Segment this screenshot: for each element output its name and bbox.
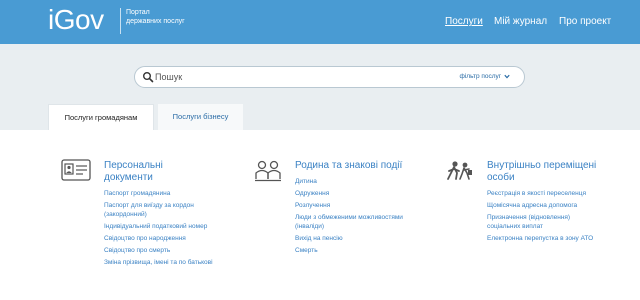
search-input[interactable] xyxy=(155,69,435,85)
service-link[interactable]: Смерть xyxy=(295,247,405,256)
nav-my-journal-link[interactable]: Мій журнал xyxy=(494,16,547,28)
chevron-down-icon xyxy=(504,74,510,79)
service-link[interactable]: Призначення (відновлення) соціальних вип… xyxy=(487,214,599,231)
service-link[interactable]: Паспорт для виїзду за кордон (закордонни… xyxy=(104,202,224,219)
category-title-displaced-persons[interactable]: Внутрішньо переміщені особи xyxy=(487,160,597,184)
family-icon xyxy=(255,160,281,182)
search-box[interactable]: фільтр послуг xyxy=(134,66,525,88)
service-link[interactable]: Свідоцтво про народження xyxy=(104,235,224,244)
category-title-family-events[interactable]: Родина та знакові події xyxy=(295,160,425,172)
service-link[interactable]: Зміна прізвища, імені та по батькові xyxy=(104,259,224,268)
personal-documents-links: Паспорт громадянина Паспорт для виїзду з… xyxy=(104,190,224,271)
service-filter-label: фільтр послуг xyxy=(459,73,502,80)
service-link[interactable]: Паспорт громадянина xyxy=(104,190,224,199)
top-bar: iGov Портал державних послуг Послуги Мій… xyxy=(0,0,640,44)
portal-tagline: Портал державних послуг xyxy=(126,9,185,25)
displaced-persons-links: Реєстрація в якості переселенця Щомісячн… xyxy=(487,190,599,247)
nav-about-project-link[interactable]: Про проект xyxy=(559,16,611,28)
nav-services-link[interactable]: Послуги xyxy=(445,16,483,28)
search-icon xyxy=(143,72,154,83)
service-link[interactable]: Щомісячна адресна допомога xyxy=(487,202,599,211)
search-band: фільтр послуг Послуги громадянам Послуги… xyxy=(0,44,640,130)
tab-citizen-services[interactable]: Послуги громадянам xyxy=(48,104,154,130)
service-link[interactable]: Реєстрація в якості переселенця xyxy=(487,190,599,199)
service-link[interactable]: Електронна перепустка в зону АТО xyxy=(487,235,599,244)
service-link[interactable]: Одруження xyxy=(295,190,405,199)
displaced-persons-icon xyxy=(447,161,472,180)
family-events-links: Дитина Одруження Розлучення Люди з обмеж… xyxy=(295,178,405,259)
service-link[interactable]: Дитина xyxy=(295,178,405,187)
service-link[interactable]: Свідоцтво про смерть xyxy=(104,247,224,256)
service-link[interactable]: Вихід на пенсію xyxy=(295,235,405,244)
id-card-icon xyxy=(61,159,91,181)
igov-logo[interactable]: iGov xyxy=(48,3,104,37)
service-link[interactable]: Люди з обмеженими можливостями (інваліди… xyxy=(295,214,405,231)
tab-business-services[interactable]: Послуги бізнесу xyxy=(158,104,243,130)
category-title-personal-documents[interactable]: Персональні документи xyxy=(104,160,214,184)
service-filter-toggle[interactable]: фільтр послуг xyxy=(460,72,510,82)
logo-divider xyxy=(120,8,121,34)
service-link[interactable]: Індивідуальний податковий номер xyxy=(104,223,224,232)
service-link[interactable]: Розлучення xyxy=(295,202,405,211)
